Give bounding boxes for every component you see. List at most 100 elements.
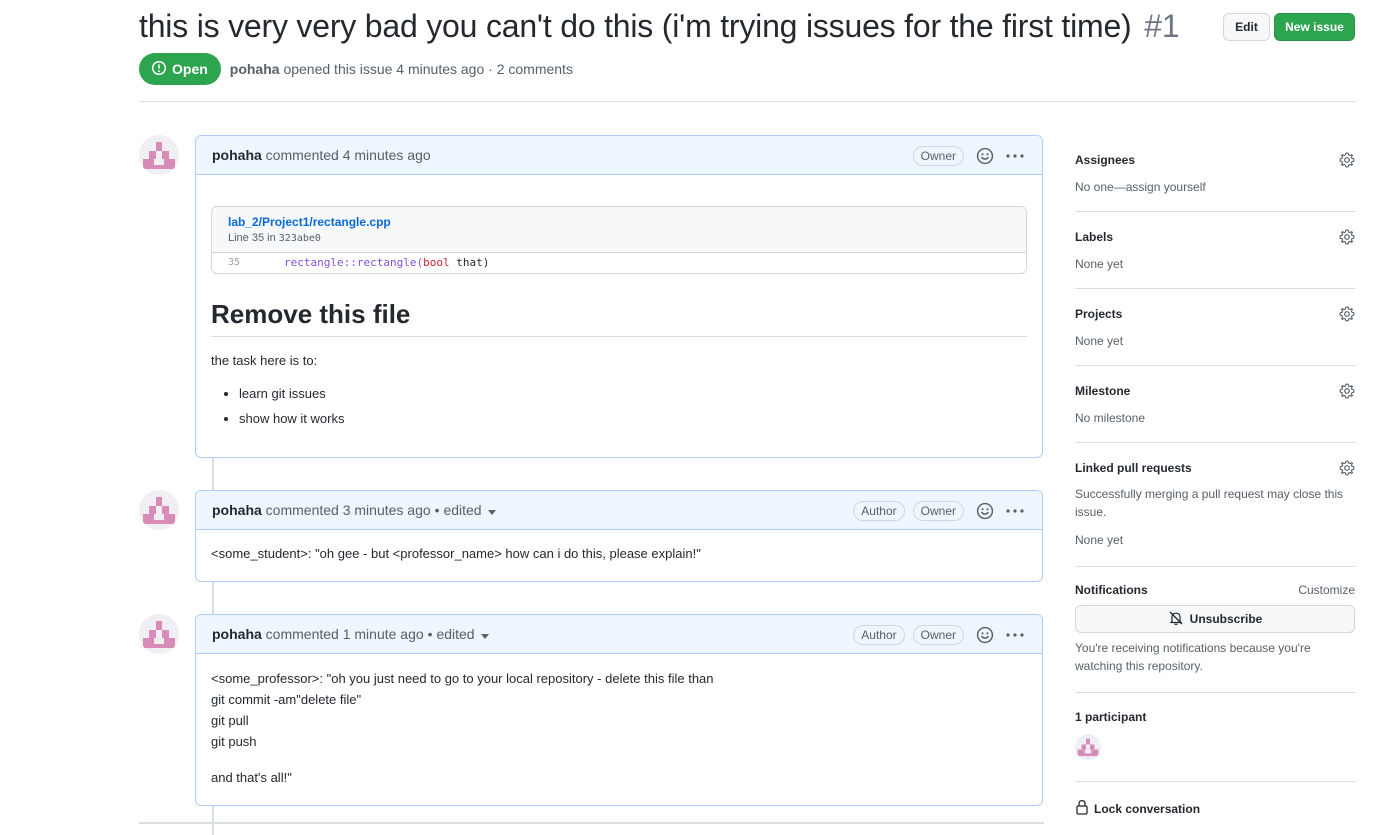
timeline-bottom-divider	[139, 822, 1044, 824]
gear-icon[interactable]	[1339, 306, 1355, 322]
comment-body: <some_professor>: "oh you just need to g…	[196, 654, 1042, 803]
comment-body: <some_student>: "oh gee - but <professor…	[196, 530, 1042, 580]
sidebar-linked-prs-title: Linked pull requests	[1075, 461, 1192, 475]
markdown-list: learn git issues show how it works	[211, 384, 1027, 430]
caret-down-icon	[480, 626, 489, 642]
comment-header: pohaha commented 1 minute ago • edited A…	[196, 615, 1042, 654]
gear-icon[interactable]	[1339, 152, 1355, 168]
comment-author-link[interactable]: pohaha	[212, 147, 262, 163]
code-function: rectangle::rectangle(	[284, 256, 424, 270]
comment-author-link[interactable]: pohaha	[212, 502, 262, 518]
comment-closing: and that's all!"	[211, 770, 292, 785]
comment: pohaha commented 4 minutes ago Owner lab…	[195, 135, 1043, 458]
issue-author-link[interactable]: pohaha	[230, 61, 280, 77]
owner-badge: Owner	[912, 500, 964, 521]
edited-label: • edited	[427, 626, 475, 642]
lock-conversation-label: Lock conversation	[1094, 801, 1201, 816]
kebab-menu-icon[interactable]	[1004, 503, 1026, 519]
issue-open-icon	[151, 60, 167, 79]
sidebar-milestone-title: Milestone	[1075, 384, 1131, 398]
sidebar-projects: Projects None yet	[1075, 306, 1355, 366]
sidebar-labels: Labels None yet	[1075, 229, 1355, 289]
author-badge: Author	[853, 500, 905, 521]
edited-label: • edited	[434, 502, 482, 518]
sidebar-notifications-title: Notifications	[1075, 583, 1148, 597]
comment-timestamp[interactable]: commented 3 minutes ago	[266, 502, 431, 518]
comment-line: git push	[211, 734, 257, 749]
permalink-line: Line 35 in	[228, 231, 276, 244]
comment-line: <some_professor>: "oh you just need to g…	[211, 671, 714, 686]
comment-body: lab_2/Project1/rectangle.cpp Line 35 in …	[196, 175, 1042, 449]
unsubscribe-button[interactable]: Unsubscribe	[1075, 605, 1355, 633]
comment-header: pohaha commented 3 minutes ago • edited …	[196, 491, 1042, 530]
sidebar-participants: 1 participant	[1075, 710, 1355, 782]
issue-number: #1	[1144, 8, 1180, 44]
owner-badge: Owner	[912, 624, 964, 645]
lock-icon	[1075, 799, 1089, 818]
comment-author-link[interactable]: pohaha	[212, 626, 262, 642]
comment-header: pohaha commented 4 minutes ago Owner	[196, 136, 1042, 175]
projects-value: None yet	[1075, 334, 1124, 348]
issue-title: this is very very bad you can't do this …	[139, 8, 1180, 45]
sidebar-notifications: Notifications Customize Unsubscribe You'…	[1075, 583, 1355, 693]
list-item: show how it works	[239, 409, 1027, 430]
smiley-icon[interactable]	[976, 502, 994, 520]
comment-timestamp[interactable]: commented 1 minute ago	[266, 626, 424, 642]
lock-conversation-button[interactable]: Lock conversation	[1075, 799, 1200, 818]
edited-dropdown[interactable]: • edited	[428, 626, 489, 642]
line-number: 35	[227, 256, 241, 268]
milestone-value: No milestone	[1075, 411, 1146, 425]
gear-icon[interactable]	[1339, 383, 1355, 399]
smiley-icon[interactable]	[976, 626, 994, 644]
gear-icon[interactable]	[1339, 229, 1355, 245]
smiley-icon[interactable]	[976, 147, 994, 165]
sidebar-linked-pull-requests: Linked pull requests Successfully mergin…	[1075, 460, 1355, 567]
sidebar-projects-title: Projects	[1075, 307, 1123, 321]
code-rest: that)	[449, 256, 490, 270]
comment-line: git pull	[211, 713, 249, 728]
kebab-menu-icon[interactable]	[1004, 148, 1026, 164]
code-permalink: lab_2/Project1/rectangle.cpp Line 35 in …	[211, 206, 1027, 274]
avatar[interactable]	[139, 490, 179, 530]
bell-slash-icon	[1168, 610, 1184, 629]
markdown-heading: Remove this file	[211, 298, 1027, 338]
labels-value: None yet	[1075, 257, 1124, 271]
markdown-paragraph: the task here is to:	[211, 353, 318, 369]
issue-title-text: this is very very bad you can't do this …	[139, 8, 1132, 44]
code-keyword: bool	[423, 256, 450, 270]
gear-icon[interactable]	[1339, 460, 1355, 476]
kebab-menu-icon[interactable]	[1004, 627, 1026, 643]
edited-dropdown[interactable]: • edited	[435, 502, 496, 518]
caret-down-icon	[487, 502, 496, 518]
participant-avatar[interactable]	[1075, 734, 1101, 760]
linked-prs-description: Successfully merging a pull request may …	[1075, 487, 1344, 519]
sidebar-labels-title: Labels	[1075, 230, 1114, 244]
sidebar-milestone: Milestone No milestone	[1075, 383, 1355, 443]
issue-meta: Open pohaha opened this issue 4 minutes …	[139, 53, 573, 85]
comment-text: <some_student>: "oh gee - but <professor…	[211, 546, 701, 561]
linked-prs-value: None yet	[1075, 533, 1124, 547]
owner-badge: Owner	[912, 145, 964, 166]
timeline-line-segment	[212, 582, 214, 614]
avatar[interactable]	[139, 614, 179, 654]
unsubscribe-label: Unsubscribe	[1189, 612, 1263, 626]
sidebar-assignees-title: Assignees	[1075, 153, 1136, 167]
author-badge: Author	[853, 624, 905, 645]
permalink-path[interactable]: lab_2/Project1/rectangle.cpp	[228, 215, 1010, 231]
edit-button[interactable]: Edit	[1223, 13, 1270, 41]
code-line: 35 rectangle::rectangle(bool that)	[212, 253, 1026, 273]
comment: pohaha commented 3 minutes ago • edited …	[195, 490, 1043, 582]
assign-yourself-link[interactable]: No one—assign yourself	[1075, 178, 1355, 196]
status-badge: Open	[139, 53, 221, 85]
notifications-description: You're receiving notifications because y…	[1075, 641, 1311, 673]
participants-title: 1 participant	[1075, 710, 1147, 724]
status-label: Open	[172, 61, 208, 77]
header-divider	[139, 101, 1355, 102]
customize-link[interactable]: Customize	[1298, 583, 1355, 597]
comment-timestamp[interactable]: commented 4 minutes ago	[266, 147, 431, 163]
sidebar-assignees: Assignees No one—assign yourself	[1075, 152, 1355, 212]
new-issue-button[interactable]: New issue	[1274, 13, 1355, 41]
comment-line: git commit -am"delete file"	[211, 692, 362, 707]
avatar[interactable]	[139, 135, 179, 175]
permalink-commit[interactable]: 323abe0	[279, 233, 321, 244]
